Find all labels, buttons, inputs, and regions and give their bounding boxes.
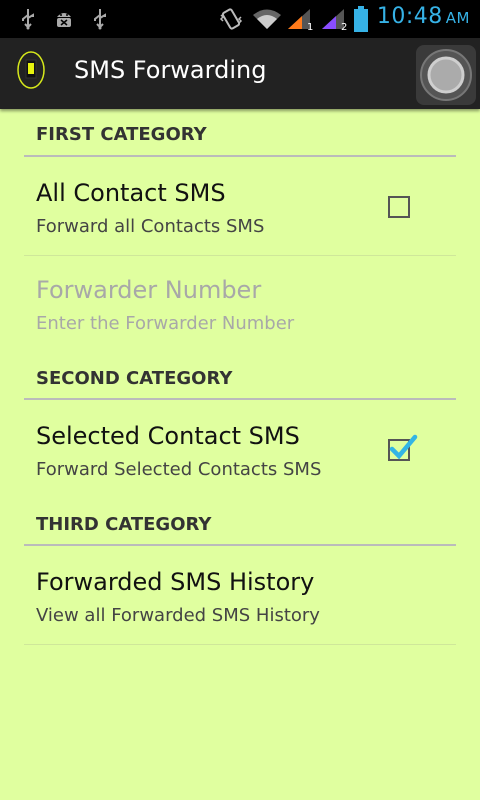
category-divider [24,155,456,157]
action-bar: SMS Forwarding [0,38,480,109]
wifi-icon [252,6,282,32]
pref-title: Selected Contact SMS [36,422,300,450]
pref-summary: Forward all Contacts SMS [36,216,265,237]
checkmark-icon [388,434,418,462]
sms-app-icon[interactable] [17,51,46,89]
pref-title: All Contact SMS [36,179,226,207]
list-divider [24,644,456,645]
circle-button-icon[interactable] [414,43,476,105]
pref-title: Forwarded SMS History [36,568,315,596]
list-divider [24,255,456,256]
pref-summary: Enter the Forwarder Number [36,313,295,334]
category-header-first: FIRST CATEGORY [36,124,207,145]
android-debug-icon [52,6,76,32]
app-title: SMS Forwarding [74,56,267,84]
status-bar: 1 2 10:48 AM [0,0,480,38]
sim1-label: 1 [307,22,313,31]
clock-time: 10:48 [376,4,443,29]
pref-summary: Forward Selected Contacts SMS [36,459,322,480]
sim2-label: 2 [341,22,347,31]
signal-1-icon: 1 [286,6,316,32]
category-divider [24,398,456,400]
category-divider [24,544,456,546]
category-header-third: THIRD CATEGORY [36,514,212,535]
pref-summary: View all Forwarded SMS History [36,605,320,626]
usb-icon [18,6,38,32]
usb-icon [90,6,110,32]
battery-icon [352,6,370,32]
clock: 10:48 AM [377,4,470,29]
vibrate-icon [218,6,244,32]
all-contact-sms-checkbox[interactable] [388,196,410,218]
pref-title: Forwarder Number [36,276,262,304]
clock-ampm: AM [445,9,470,27]
signal-2-icon: 2 [320,6,350,32]
category-header-second: SECOND CATEGORY [36,368,233,389]
